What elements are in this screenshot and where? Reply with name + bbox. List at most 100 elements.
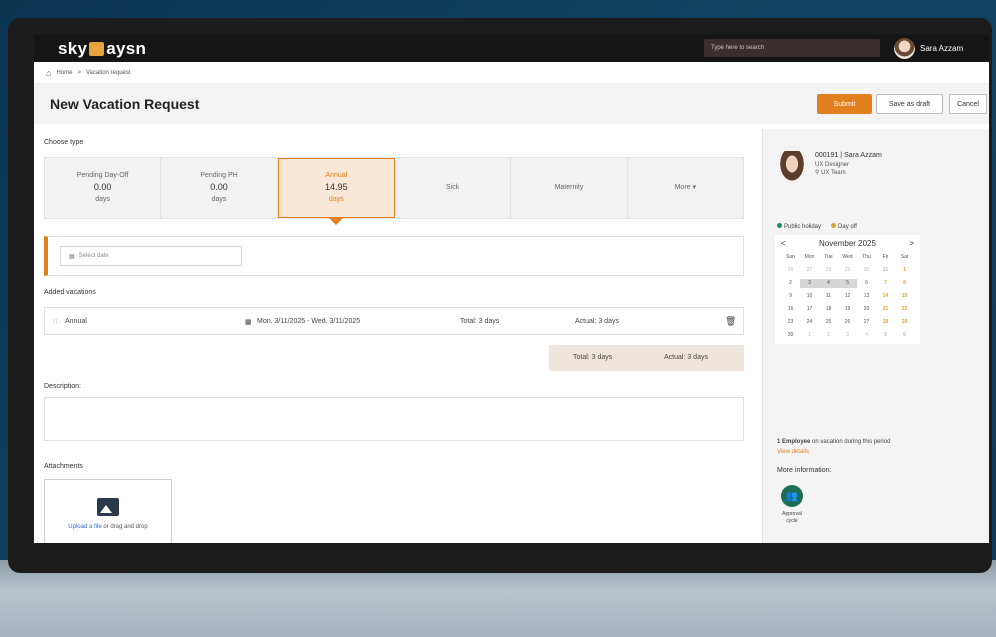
calendar-day[interactable]: 26 [781,266,800,275]
calendar-day[interactable]: 15 [895,292,914,301]
calendar-day[interactable]: 20 [857,305,876,314]
calendar-day[interactable]: 14 [876,292,895,301]
upload-link[interactable]: Upload a file [68,524,101,530]
calendar-day[interactable]: 7 [876,279,895,288]
logo[interactable]: sky aysn [58,39,146,59]
legend-public-holiday: Public holiday [777,223,821,230]
calendar-day[interactable]: 4 [857,331,876,340]
type-value: 0.00 [93,182,112,193]
weekday-label: Tue [824,254,833,260]
cancel-button[interactable]: Cancel [949,94,987,114]
type-card-maternity[interactable]: Maternity [511,158,628,218]
search-input[interactable]: Type here to search [704,39,880,57]
type-card-more[interactable]: More ▾ [628,158,743,218]
calendar-day[interactable]: 31 [876,266,895,275]
calendar-day[interactable]: 25 [819,318,838,327]
calendar-day[interactable]: 29 [895,318,914,327]
logo-text-left: sky [58,38,88,58]
side-panel: 000191 | Sara Azzam UX Designer ⚲ UX Tea… [762,129,989,543]
calendar-day[interactable]: 26 [838,318,857,327]
trash-icon[interactable]: 🗑 [725,316,736,327]
app-screen: sky aysn Type here to search Sara Azzam … [34,35,989,543]
employee-id: 000191 [815,152,839,159]
drag-handle-icon[interactable]: ⁝⁝ [53,318,57,326]
calendar-day[interactable]: 16 [781,305,800,314]
description-field[interactable] [44,397,744,441]
calendar-day[interactable]: 4 [819,279,838,288]
calendar-day[interactable]: 5 [876,331,895,340]
next-month-icon[interactable]: > [909,239,914,248]
weekday-label: Thu [862,254,871,260]
vacation-type: Annual [65,318,87,325]
user-menu[interactable]: Sara Azzam [894,38,963,59]
date-input[interactable]: ▦ Select date [60,246,242,266]
type-selector: Pending Day-Off 0.00 days Pending PH 0.0… [44,157,744,225]
prev-month-icon[interactable]: < [781,239,786,248]
type-card-pending-day-off[interactable]: Pending Day-Off 0.00 days [45,158,162,218]
calendar-day[interactable]: 21 [876,305,895,314]
summary-actual: Actual: 3 days [664,354,708,361]
legend-day-off: Day off [831,223,857,230]
calendar-day[interactable]: 2 [781,279,800,288]
calendar-day[interactable]: 12 [838,292,857,301]
added-vacations-label: Added vacations [44,289,96,296]
calendar-day[interactable]: 24 [800,318,819,327]
description-label: Description: [44,383,81,390]
attachments-label: Attachments [44,463,83,470]
vacation-row: ⁝⁝ Annual ▦ Mon. 3/11/2025 - Wed. 3/11/2… [44,307,744,335]
calendar-day[interactable]: 30 [857,266,876,275]
upload-dropzone[interactable]: Upload a file or drag and drop [44,479,172,543]
calendar-day[interactable]: 23 [781,318,800,327]
team-icon: ⚲ [815,170,820,177]
calendar-day[interactable]: 1 [800,331,819,340]
calendar-day[interactable]: 18 [819,305,838,314]
public-holiday-dot [777,223,782,228]
calendar-day[interactable]: 27 [800,266,819,275]
calendar-day[interactable]: 28 [819,266,838,275]
calendar-day[interactable]: 2 [819,331,838,340]
breadcrumb-separator: > [77,69,81,76]
calendar-day[interactable]: 28 [876,318,895,327]
type-card-annual[interactable]: Annual 14.95 days [277,158,395,225]
calendar-icon: ▦ [245,319,252,326]
approval-cycle[interactable]: 👥 Approval cycle [777,485,807,524]
calendar-day[interactable]: 6 [895,331,914,340]
choose-type-label: Choose type [44,139,84,146]
calendar-day[interactable]: 11 [819,292,838,301]
home-icon[interactable]: ⌂ [46,68,51,78]
profile-info: 000191 | Sara Azzam UX Designer ⚲ UX Tea… [815,152,882,177]
calendar-day[interactable]: 3 [838,331,857,340]
calendar-day[interactable]: 10 [800,292,819,301]
calendar-day[interactable]: 8 [895,279,914,288]
calendar-grid: Sun Mon Tue Wed Thu Fri Sat 26 27 28 29 30 31 1 2 3 4 5 6 7… [781,253,914,340]
employee-team: UX Team [821,170,846,177]
user-name: Sara Azzam [920,44,964,53]
save-draft-button[interactable]: Save as draft [876,94,943,114]
calendar-day[interactable]: 13 [857,292,876,301]
type-card-sick[interactable]: Sick [395,158,512,218]
employee-name: Sara Azzam [844,152,882,159]
calendar-day[interactable]: 30 [781,331,800,340]
view-details-link[interactable]: View details [777,449,809,455]
calendar-day[interactable]: 27 [857,318,876,327]
calendar-day[interactable]: 19 [838,305,857,314]
type-unit: days [211,195,227,203]
type-card-pending-ph[interactable]: Pending PH 0.00 days [161,158,278,218]
calendar-day[interactable]: 9 [781,292,800,301]
upload-text: Upload a file or drag and drop [68,524,147,530]
calendar-day[interactable]: 22 [895,305,914,314]
calendar-day[interactable]: 17 [800,305,819,314]
breadcrumb-home[interactable]: Home [56,70,72,76]
weekday-label: Fri [882,254,889,260]
logo-mark-icon [89,41,105,56]
calendar-day[interactable]: 1 [895,266,914,275]
totals-summary: Total: 3 days Actual: 3 days [549,345,744,371]
calendar-day[interactable]: 29 [838,266,857,275]
summary-total: Total: 3 days [573,354,613,361]
calendar-day[interactable]: 6 [857,279,876,288]
calendar-day[interactable]: 3 [800,279,819,288]
more-info-label: More information: [777,467,832,474]
employee-profile: 000191 | Sara Azzam UX Designer ⚲ UX Tea… [777,151,882,185]
calendar-day[interactable]: 5 [838,279,857,288]
submit-button[interactable]: Submit [817,94,872,114]
